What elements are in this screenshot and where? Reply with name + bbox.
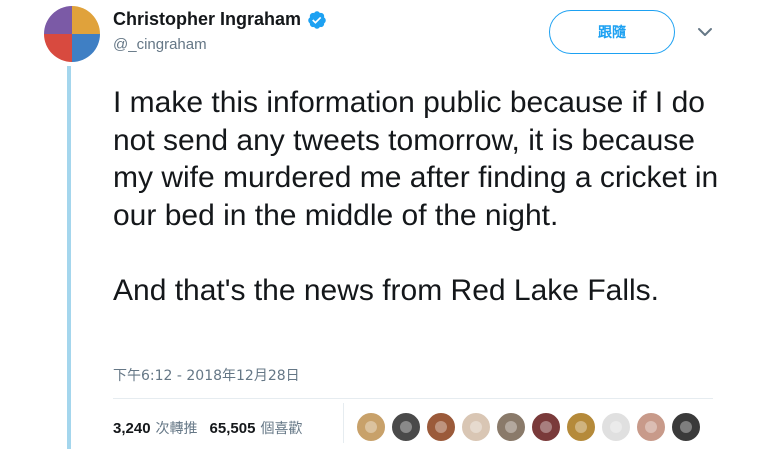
author-display-name[interactable]: Christopher Ingraham	[113, 9, 301, 30]
avatar-woman-icon[interactable]	[566, 412, 596, 442]
avatar-face-shape	[680, 421, 692, 433]
retweet-count[interactable]: 3,240 次轉推	[113, 418, 198, 438]
avatar-face-shape	[645, 421, 657, 433]
avatar-face-shape	[575, 421, 587, 433]
avatar-quadrant	[72, 6, 100, 34]
author-handle[interactable]: @_cingraham	[113, 36, 207, 53]
divider	[113, 398, 713, 399]
follow-button[interactable]: 跟隨	[549, 10, 675, 54]
avatar-portrait-icon[interactable]	[636, 412, 666, 442]
avatar-group-icon[interactable]	[671, 412, 701, 442]
avatar-pet-icon[interactable]	[426, 412, 456, 442]
avatar-woman-icon[interactable]	[391, 412, 421, 442]
like-count-number: 65,505	[209, 419, 256, 437]
avatar-face-shape	[365, 421, 377, 433]
tweet-timestamp[interactable]: 下午6:12 - 2018年12月28日	[113, 365, 300, 385]
avatar-face-shape	[610, 421, 622, 433]
avatar-face-shape	[470, 421, 482, 433]
avatar-couple-icon[interactable]	[496, 412, 526, 442]
tweet-paragraph: I make this information public because i…	[113, 86, 719, 232]
retweet-count-number: 3,240	[113, 419, 151, 437]
verified-badge-icon	[308, 10, 326, 29]
avatar-quadrant	[44, 34, 72, 62]
stats-divider	[343, 403, 344, 443]
avatar-quadrant	[72, 34, 100, 62]
tweet-text: I make this information public because i…	[113, 84, 733, 309]
tweet-paragraph: And that's the news from Red Lake Falls.	[113, 273, 659, 307]
avatar-face-shape	[435, 421, 447, 433]
avatar-face-shape	[505, 421, 517, 433]
avatar-face-shape	[540, 421, 552, 433]
avatar-man-suit-icon[interactable]	[531, 412, 561, 442]
author-name-row[interactable]: Christopher Ingraham	[113, 9, 327, 30]
author-avatar[interactable]	[44, 6, 100, 62]
avatar-person-icon[interactable]	[461, 412, 491, 442]
thread-line	[67, 66, 71, 449]
like-count[interactable]: 65,505 個喜歡	[210, 418, 303, 438]
avatar-face-shape	[400, 421, 412, 433]
chevron-down-icon[interactable]	[695, 22, 715, 42]
like-count-label: 個喜歡	[260, 421, 303, 437]
avatar-quadrant	[44, 6, 72, 34]
avatar-cat-icon[interactable]	[356, 412, 386, 442]
retweet-count-label: 次轉推	[155, 421, 198, 437]
avatar-sketch-icon[interactable]	[601, 412, 631, 442]
tweet-stats: 3,240 次轉推 65,505 個喜歡	[113, 418, 314, 438]
liker-avatars	[356, 412, 706, 442]
